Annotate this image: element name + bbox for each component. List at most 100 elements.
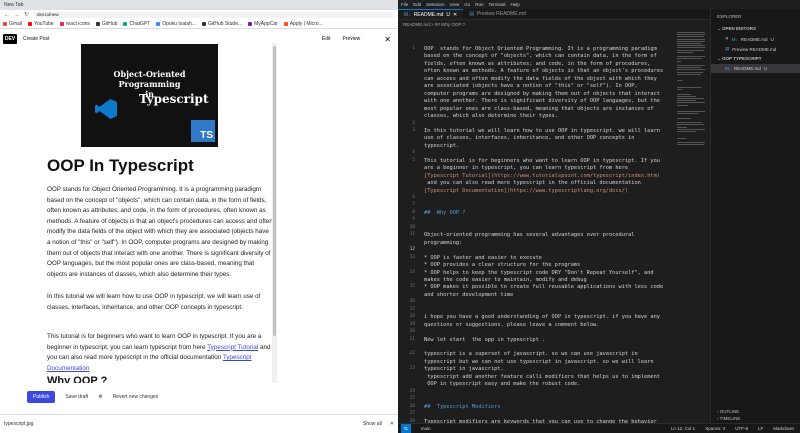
- file-readme[interactable]: M↓ README.md U: [711, 64, 800, 73]
- line-number: 10: [409, 224, 415, 230]
- dev-logo[interactable]: DEV: [3, 34, 17, 44]
- settings-icon[interactable]: ⚙: [98, 394, 102, 400]
- bookmark-item[interactable]: Apply | Micro...: [283, 21, 323, 27]
- menu-item[interactable]: File: [401, 2, 408, 7]
- back-icon[interactable]: ←: [4, 12, 10, 18]
- code-line: i hope you have a good understanding of …: [424, 314, 660, 321]
- minimap-line: [677, 40, 705, 42]
- tutorial-link[interactable]: Typescript Tutorial: [207, 344, 258, 351]
- timeline-header[interactable]: › TIMELINE: [711, 414, 800, 423]
- code-line: * OOP provides a clear structure for the…: [424, 262, 581, 269]
- address-bar[interactable]: dev.to/new: [33, 11, 394, 18]
- code-line: fields, often known as attributes; and c…: [424, 60, 651, 67]
- remote-icon[interactable]: ⇆: [401, 424, 411, 433]
- menu-item[interactable]: Go: [464, 2, 470, 7]
- revert-button[interactable]: Revert new changes: [113, 394, 159, 400]
- status-bar: ⇆ main Ln 12, Col 1 Spaces: 4 UTF-8 LF M…: [398, 423, 800, 433]
- menu-item[interactable]: Help: [511, 2, 520, 7]
- bookmark-item[interactable]: Gmail: [3, 21, 22, 27]
- minimap-line: [677, 95, 696, 97]
- line-number: 4: [412, 150, 415, 156]
- minimap-line: [677, 38, 705, 40]
- tab-preview[interactable]: Preview: [343, 36, 361, 42]
- post-actions: Publish Save draft ⚙ Revert new changes: [0, 390, 398, 404]
- minimap-line: [677, 49, 705, 51]
- bookmarks-bar: Gmail YouTube react icons GitHub ChatGPT Opok…: [0, 19, 398, 29]
- bookmark-item[interactable]: ChatGPT: [123, 21, 150, 27]
- forward-icon[interactable]: →: [14, 12, 20, 18]
- line-number: 5: [412, 157, 415, 163]
- code-line: and you can also read more typescript in…: [424, 180, 641, 187]
- reload-icon[interactable]: ↻: [24, 11, 29, 18]
- minimap-line: [677, 45, 705, 47]
- close-tab-icon[interactable]: ✕: [453, 12, 457, 18]
- section-heading: Why OOP ?: [47, 375, 108, 383]
- bookmark-item[interactable]: Opoku Isaiah...: [156, 21, 196, 27]
- close-icon[interactable]: ✕: [384, 35, 391, 44]
- save-draft-button[interactable]: Save draft: [65, 394, 88, 400]
- bookmark-item[interactable]: GitHub Stude...: [201, 21, 242, 27]
- encoding[interactable]: UTF-8: [735, 426, 748, 431]
- code-line: classes, which also determine their type…: [424, 113, 558, 120]
- code-line: In this tutorial we will learn how to us…: [424, 127, 660, 134]
- code-line: [Typescript Documentation](https://www.t…: [424, 187, 629, 194]
- folder-header[interactable]: ⌄ OOP TYPESCRIPT: [711, 54, 800, 64]
- editor-scrollbar[interactable]: [272, 43, 277, 383]
- open-editor-readme[interactable]: ✕ M↓ README.md U: [711, 34, 800, 44]
- bookmark-item[interactable]: react icons: [59, 21, 90, 27]
- bookmark-icon: [28, 21, 33, 26]
- show-all-button[interactable]: Show all: [363, 421, 382, 427]
- url-text: dev.to/new: [37, 12, 59, 17]
- branch-indicator[interactable]: main: [421, 426, 431, 431]
- minimap-line: [677, 111, 705, 113]
- menu-item[interactable]: Selection: [426, 2, 445, 7]
- language-mode[interactable]: Markdown: [773, 426, 794, 431]
- minimap-line: [677, 137, 687, 139]
- vscode-window: File Edit Selection View Go Run Terminal Help M…: [398, 0, 800, 433]
- publish-button[interactable]: Publish: [27, 391, 56, 403]
- minimap-line: [677, 124, 705, 126]
- close-icon[interactable]: ✕: [725, 36, 729, 42]
- bookmark-item[interactable]: YouTube: [28, 21, 54, 27]
- editor-tabs: M↓ README.md U ✕ ▤ Preview README.md: [398, 9, 710, 20]
- tab-preview-readme[interactable]: ▤ Preview README.md: [463, 9, 532, 19]
- tab-edit[interactable]: Edit: [322, 36, 331, 42]
- browser-tab[interactable]: New Tab: [4, 2, 23, 8]
- post-editor[interactable]: Object-Oriented Programming in Typescript…: [18, 43, 276, 383]
- scroll-thumb[interactable]: [273, 46, 276, 336]
- tab-readme[interactable]: M↓ README.md U ✕: [398, 9, 464, 19]
- line-number: 15: [409, 284, 415, 290]
- menu-item[interactable]: Terminal: [489, 2, 506, 7]
- indentation[interactable]: Spaces: 4: [705, 426, 725, 431]
- menu-bar: File Edit Selection View Go Run Terminal Help: [398, 0, 800, 9]
- line-number: 24: [409, 388, 415, 394]
- minimap-line: [677, 51, 693, 53]
- bookmark-icon: [59, 21, 64, 26]
- menu-item[interactable]: Run: [475, 2, 483, 7]
- open-editors-header[interactable]: ⌄ OPEN EDITORS: [711, 24, 800, 34]
- bookmark-item[interactable]: GitHub: [95, 21, 117, 27]
- minimap-line: [677, 122, 703, 124]
- code-editor[interactable]: OOP stands for Object Oriented Programmi…: [424, 28, 676, 432]
- minimap[interactable]: [677, 28, 707, 423]
- line-number: 14: [409, 269, 415, 275]
- line-number: 23: [409, 366, 415, 372]
- code-line: with one another. There is significant d…: [424, 98, 660, 105]
- download-item[interactable]: typescript.jpg: [4, 421, 363, 427]
- ts-badge: TS: [191, 120, 215, 142]
- line-number: 6: [412, 195, 415, 200]
- menu-item[interactable]: Edit: [413, 2, 421, 7]
- code-line: [Typescript Tutorial](https://www.tutori…: [424, 172, 660, 179]
- open-editor-preview[interactable]: ▤ Preview README.md: [711, 44, 800, 54]
- minimap-line: [677, 98, 705, 99]
- eol[interactable]: LF: [758, 426, 763, 431]
- code-line: ## Typescript Modifiers: [424, 403, 501, 410]
- minimap-line: [677, 65, 705, 66]
- code-line: are a beginner in typescript, you can le…: [424, 165, 629, 172]
- bookmark-item[interactable]: MyAppCar: [248, 21, 278, 27]
- code-line: makes the code easier to maintain, modif…: [424, 276, 587, 283]
- menu-item[interactable]: View: [450, 2, 460, 7]
- cursor-position[interactable]: Ln 12, Col 1: [671, 426, 695, 431]
- close-downloads-icon[interactable]: ✕: [390, 421, 394, 427]
- minimap-line: [677, 113, 698, 115]
